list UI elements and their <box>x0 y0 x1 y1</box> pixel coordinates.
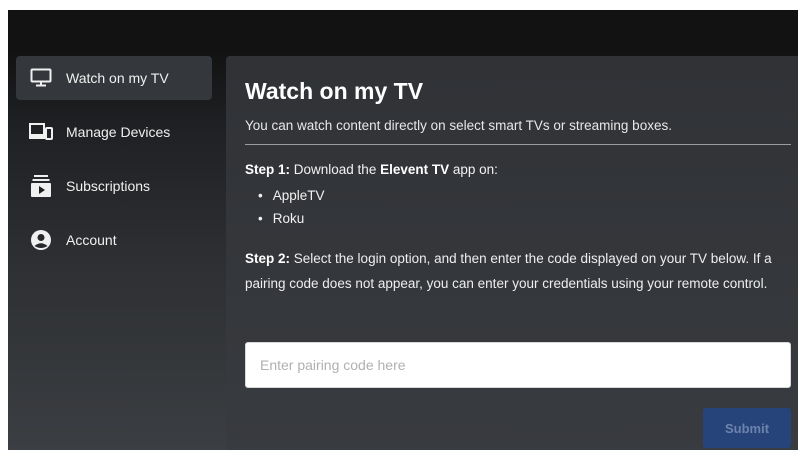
sidebar-item-manage-devices[interactable]: Manage Devices <box>16 110 212 154</box>
step-2-instructions: Step 2: Select the login option, and the… <box>245 246 793 296</box>
step-1-text: Download the <box>290 162 381 177</box>
step-1-instructions: Step 1: Download the Elevent TV app on: <box>245 162 498 177</box>
sidebar: Watch on my TV Manage Devices Subscripti… <box>16 56 212 272</box>
sidebar-item-account[interactable]: Account <box>16 218 212 262</box>
pairing-code-input[interactable] <box>245 342 791 388</box>
list-item: Roku <box>258 207 325 230</box>
sidebar-item-subscriptions[interactable]: Subscriptions <box>16 164 212 208</box>
page-subtitle: You can watch content directly on select… <box>245 118 672 133</box>
step-2-label: Step 2: <box>245 251 291 266</box>
divider <box>245 144 791 145</box>
subscriptions-icon <box>28 175 54 197</box>
account-icon <box>28 229 54 251</box>
sidebar-item-label: Manage Devices <box>66 124 171 140</box>
sidebar-item-label: Watch on my TV <box>66 70 169 86</box>
watch-on-tv-panel: Watch on my TV You can watch content dir… <box>226 56 798 450</box>
page-title: Watch on my TV <box>245 78 424 104</box>
list-item: AppleTV <box>258 184 325 207</box>
step-1-text-end: app on: <box>449 162 498 177</box>
step-1-label: Step 1: <box>245 162 291 177</box>
sidebar-item-label: Account <box>66 232 117 248</box>
platform-list: AppleTV Roku <box>258 184 325 230</box>
sidebar-item-label: Subscriptions <box>66 178 151 194</box>
app-name: Elevent TV <box>380 162 450 177</box>
tv-icon <box>28 67 54 89</box>
step-2-text: Select the login option, and then enter … <box>245 251 772 291</box>
devices-icon <box>28 121 54 143</box>
app-window: Watch on my TV Manage Devices Subscripti… <box>8 10 798 450</box>
submit-button[interactable]: Submit <box>703 408 791 448</box>
sidebar-item-watch-on-my-tv[interactable]: Watch on my TV <box>16 56 212 100</box>
